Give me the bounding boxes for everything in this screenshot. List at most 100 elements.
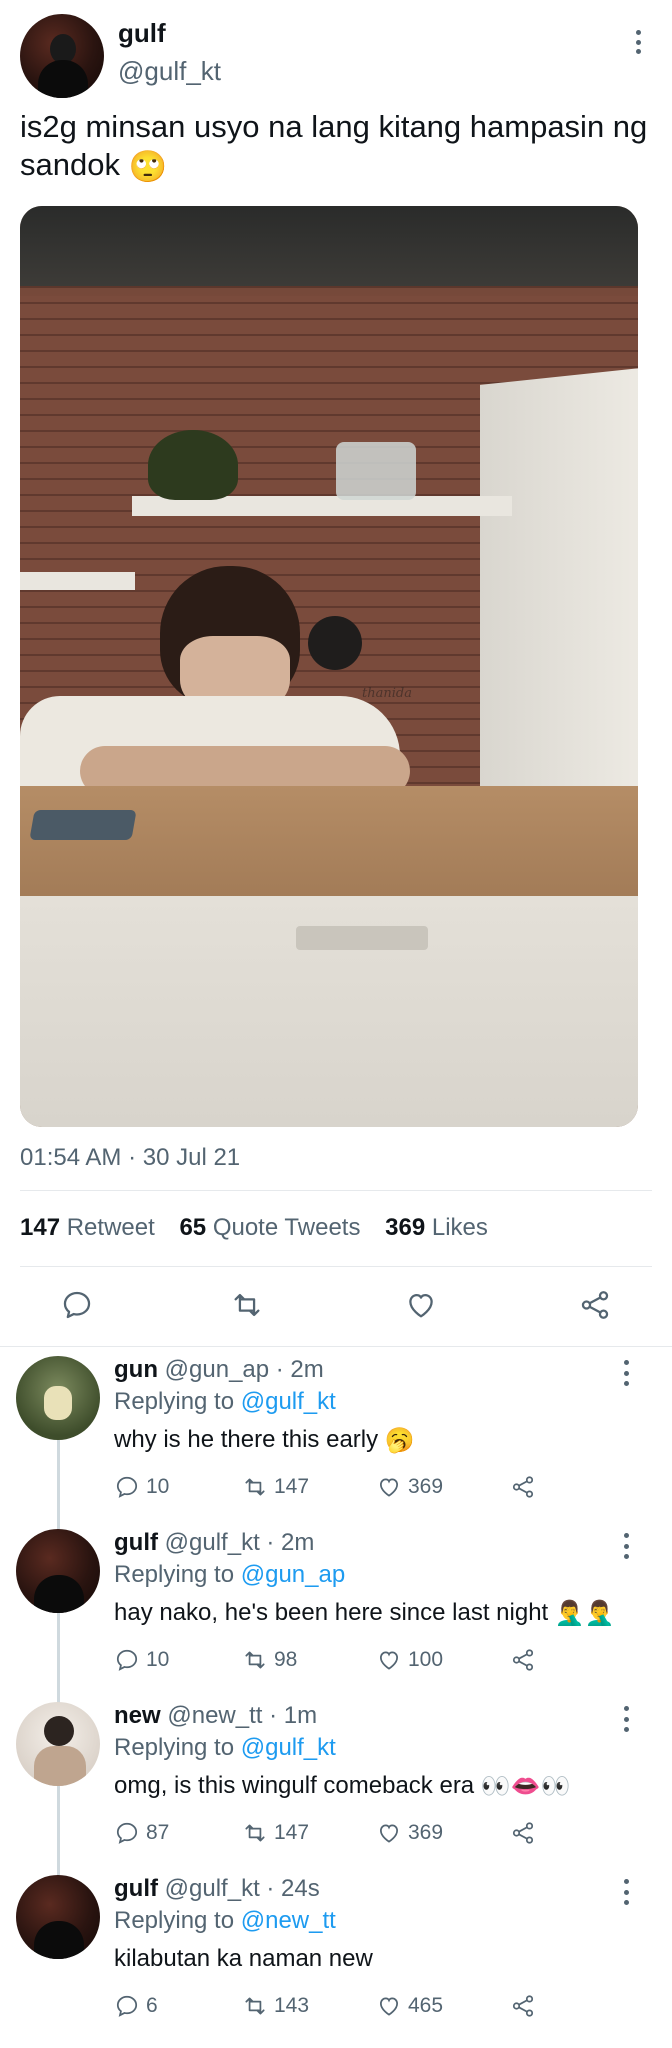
- reply-avatar[interactable]: [16, 1702, 100, 1786]
- retweet-button[interactable]: 147: [242, 1820, 309, 1846]
- reply-action-bar: 6 143 465: [114, 1993, 554, 2025]
- share-button[interactable]: [510, 1474, 536, 1500]
- reply-header: gulf @gulf_kt · 24s: [114, 1875, 320, 1903]
- mention-link[interactable]: @new_tt: [241, 1907, 336, 1934]
- reply-header: gun @gun_ap · 2m: [114, 1356, 324, 1384]
- photo-watermark: thanida: [362, 686, 412, 701]
- replying-to: Replying to @gulf_kt: [114, 1388, 336, 1415]
- author-name[interactable]: gulf: [118, 18, 166, 49]
- reply-avatar[interactable]: [16, 1356, 100, 1440]
- heart-icon: [380, 1997, 398, 2016]
- reply-icon: [116, 1822, 138, 1844]
- retweets-stat[interactable]: 147 Retweet: [20, 1214, 155, 1241]
- share-button[interactable]: [510, 1647, 536, 1673]
- quotes-stat[interactable]: 65 Quote Tweets: [179, 1214, 360, 1241]
- reply-text: omg, is this wingulf comeback era 👀👄👀: [114, 1772, 571, 1801]
- reply-action-bar: 10 98 100: [114, 1647, 554, 1679]
- reply-icon: [116, 1995, 138, 2017]
- reply-meta: @gulf_kt · 24s: [164, 1875, 320, 1902]
- more-dots-icon[interactable]: [620, 1879, 632, 1905]
- reply-author-name[interactable]: gulf: [114, 1875, 158, 1902]
- retweet-icon: [245, 1651, 265, 1669]
- reply-author-name[interactable]: gun: [114, 1356, 158, 1383]
- reply-author-name[interactable]: gulf: [114, 1529, 158, 1556]
- like-button[interactable]: 100: [376, 1647, 443, 1673]
- reply-count: 6: [146, 1994, 158, 2017]
- retweet-count: 147: [274, 1475, 310, 1498]
- reply-text: kilabutan ka naman new: [114, 1945, 373, 1972]
- retweet-icon: [245, 1997, 265, 2015]
- retweet-count: 143: [274, 1994, 310, 2017]
- like-count: 369: [408, 1475, 444, 1498]
- reply-avatar[interactable]: [16, 1529, 100, 1613]
- author-handle[interactable]: @gulf_kt: [118, 56, 221, 87]
- share-icon: [512, 1822, 534, 1844]
- like-count: 369: [408, 1821, 444, 1844]
- share-button[interactable]: [510, 1820, 536, 1846]
- tweet-text-body: is2g minsan usyo na lang kitang hampasin…: [20, 109, 648, 182]
- heart-icon[interactable]: [404, 1288, 438, 1322]
- tweet-header: gulf @gulf_kt: [20, 14, 652, 98]
- retweet-count: 98: [274, 1648, 298, 1671]
- mention-link[interactable]: @gun_ap: [241, 1561, 345, 1588]
- divider: [0, 1346, 672, 1347]
- reply-item[interactable]: gun @gun_ap · 2m Replying to @gulf_kt wh…: [0, 1356, 672, 1528]
- reply-item[interactable]: gulf @gulf_kt · 2m Replying to @gun_ap h…: [0, 1529, 672, 1701]
- reply-meta: @gulf_kt · 2m: [164, 1529, 315, 1556]
- more-dots-icon[interactable]: [620, 1360, 632, 1386]
- tweet-action-bar: [20, 1282, 652, 1330]
- tweet-timestamp[interactable]: 01:54 AM · 30 Jul 21: [20, 1144, 240, 1172]
- mention-link[interactable]: @gulf_kt: [241, 1734, 336, 1761]
- likes-stat[interactable]: 369 Likes: [385, 1214, 488, 1241]
- share-icon: [512, 1476, 534, 1498]
- reply-button[interactable]: 6: [114, 1993, 158, 2019]
- reply-text: hay nako, he's been here since last nigh…: [114, 1599, 615, 1628]
- more-dots-icon[interactable]: [620, 1533, 632, 1559]
- divider: [20, 1266, 652, 1267]
- tweet-photo[interactable]: thanida: [20, 206, 638, 1127]
- retweet-button[interactable]: 98: [242, 1647, 297, 1673]
- retweet-icon[interactable]: [230, 1288, 264, 1322]
- reply-header: gulf @gulf_kt · 2m: [114, 1529, 314, 1557]
- reply-item[interactable]: new @new_tt · 1m Replying to @gulf_kt om…: [0, 1702, 672, 1874]
- author-avatar[interactable]: [20, 14, 104, 98]
- tweet-stats: 147 Retweet 65 Quote Tweets 369 Likes: [20, 1214, 506, 1242]
- share-button[interactable]: [510, 1993, 536, 2019]
- like-button[interactable]: 369: [376, 1474, 443, 1500]
- reply-text: why is he there this early 🥱: [114, 1426, 415, 1455]
- like-count: 100: [408, 1648, 444, 1671]
- reply-button[interactable]: 10: [114, 1647, 169, 1673]
- retweet-icon: [245, 1478, 265, 1496]
- like-button[interactable]: 369: [376, 1820, 443, 1846]
- reply-count: 10: [146, 1648, 170, 1671]
- reply-meta: @gun_ap · 2m: [164, 1356, 324, 1383]
- share-icon: [512, 1995, 534, 2017]
- replying-to: Replying to @new_tt: [114, 1907, 336, 1934]
- like-button[interactable]: 465: [376, 1993, 443, 2019]
- retweet-icon: [245, 1824, 265, 1842]
- mention-link[interactable]: @gulf_kt: [241, 1388, 336, 1415]
- reply-action-bar: 10 147 369: [114, 1474, 554, 1506]
- divider: [20, 1190, 652, 1191]
- heart-icon: [380, 1478, 398, 1497]
- retweet-button[interactable]: 143: [242, 1993, 309, 2019]
- reply-avatar[interactable]: [16, 1875, 100, 1959]
- more-dots-icon[interactable]: [630, 26, 646, 58]
- reply-count: 10: [146, 1475, 170, 1498]
- replying-to: Replying to @gun_ap: [114, 1561, 346, 1588]
- reply-count: 87: [146, 1821, 170, 1844]
- eye-roll-emoji: 🙄: [128, 148, 168, 184]
- reply-button[interactable]: 10: [114, 1474, 169, 1500]
- reply-item[interactable]: gulf @gulf_kt · 24s Replying to @new_tt …: [0, 1875, 672, 2047]
- more-dots-icon[interactable]: [620, 1706, 632, 1732]
- reply-action-bar: 87 147 369: [114, 1820, 554, 1852]
- reply-author-name[interactable]: new: [114, 1702, 161, 1729]
- share-icon[interactable]: [578, 1288, 612, 1322]
- reply-icon[interactable]: [60, 1288, 94, 1322]
- retweet-count: 147: [274, 1821, 310, 1844]
- retweet-button[interactable]: 147: [242, 1474, 309, 1500]
- reply-button[interactable]: 87: [114, 1820, 169, 1846]
- replying-to: Replying to @gulf_kt: [114, 1734, 336, 1761]
- tweet-text: is2g minsan usyo na lang kitang hampasin…: [20, 108, 650, 186]
- reply-icon: [116, 1649, 138, 1671]
